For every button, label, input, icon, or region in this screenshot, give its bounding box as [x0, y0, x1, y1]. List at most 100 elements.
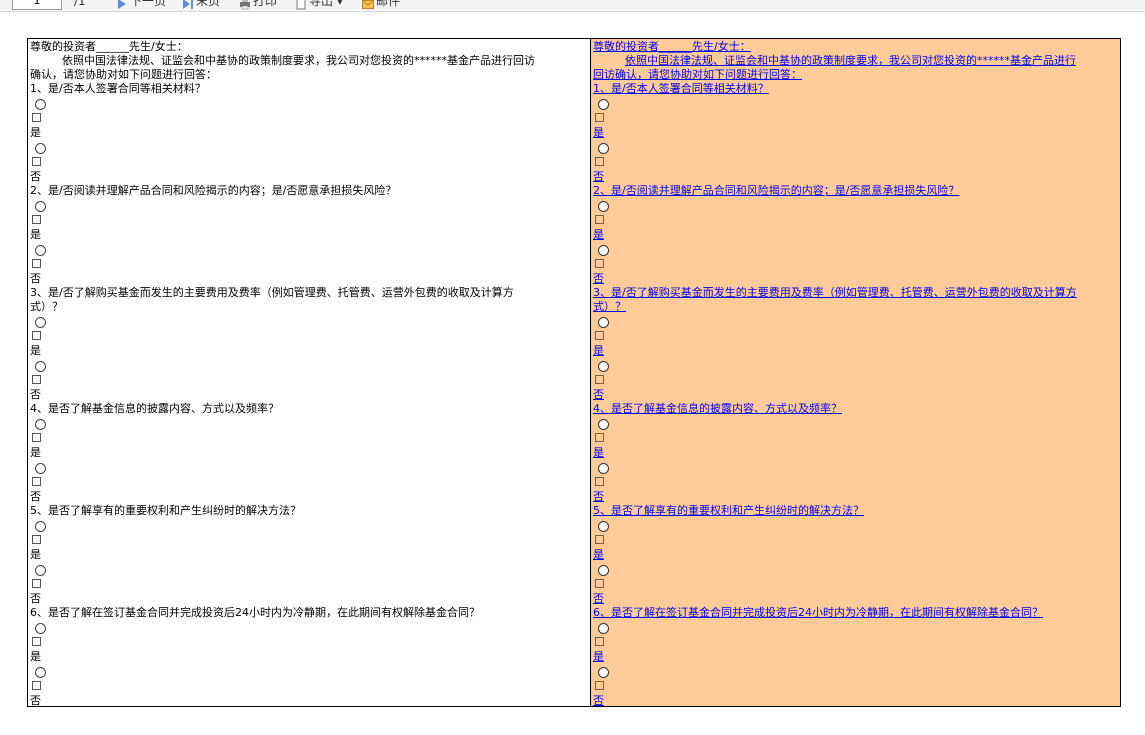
- q2-yes-radio[interactable]: [35, 201, 46, 212]
- page-number-input[interactable]: 1: [12, 0, 62, 10]
- page-total: /1: [74, 0, 86, 8]
- q4-yes-label-right[interactable]: 是: [593, 446, 1118, 459]
- q1-no-radio-right[interactable]: [598, 143, 609, 154]
- intro-text-line1-link[interactable]: 依照中国法律法规、证监会和中基协的政策制度要求，我公司对您投资的******基金…: [625, 54, 1118, 67]
- q1-no-label: 否: [30, 170, 41, 183]
- q2-no-radio[interactable]: [35, 245, 46, 256]
- question-2: 2、是/否阅读并理解产品合同和风险揭示的内容；是/否愿意承担损失风险？: [30, 184, 397, 197]
- last-page-button[interactable]: 末页: [182, 0, 220, 11]
- q6-yes-checkbox[interactable]: [32, 637, 41, 646]
- q3-no-checkbox-right[interactable]: [595, 375, 604, 384]
- q6-yes-radio[interactable]: [35, 623, 46, 634]
- q3-yes-label-right[interactable]: 是: [593, 344, 1118, 357]
- q6-no-radio[interactable]: [35, 667, 46, 678]
- question-6: 6、是否了解在签订基金合同并完成投资后24小时内为冷静期，在此期间有权解除基金合…: [30, 606, 480, 619]
- q2-yes-label-right[interactable]: 是: [593, 228, 1118, 241]
- q1-yes-radio-right[interactable]: [598, 99, 609, 110]
- q1-no-checkbox-right[interactable]: [595, 157, 604, 166]
- q1-yes-label: 是: [30, 126, 41, 139]
- q5-yes-radio[interactable]: [35, 521, 46, 532]
- q5-yes-label-right[interactable]: 是: [593, 548, 1118, 561]
- q3-no-checkbox[interactable]: [32, 375, 41, 384]
- salutation: 尊敬的投资者______先生/女士：: [30, 40, 188, 53]
- export-icon: [295, 0, 307, 9]
- question-5: 5、是否了解享有的重要权利和产生纠纷时的解决方法？: [30, 504, 301, 517]
- intro-text-line1: 依照中国法律法规、证监会和中基协的政策制度要求，我公司对您投资的******基金…: [62, 54, 535, 67]
- q2-no-checkbox-right[interactable]: [595, 259, 604, 268]
- q3-yes-radio-right[interactable]: [598, 317, 609, 328]
- question-1-link[interactable]: 1、是/否本人签署合同等相关材料？: [593, 82, 1118, 95]
- print-label: 打印: [253, 0, 278, 8]
- q4-no-radio-right[interactable]: [598, 463, 609, 474]
- next-page-button[interactable]: 下一页: [116, 0, 166, 11]
- export-button[interactable]: 导出 ▾: [295, 0, 343, 11]
- q5-yes-radio-right[interactable]: [598, 521, 609, 532]
- q4-yes-radio[interactable]: [35, 419, 46, 430]
- print-button[interactable]: 打印: [239, 0, 277, 11]
- q5-no-label-right[interactable]: 否: [593, 592, 1118, 605]
- report-toolbar: 1 /1 下一页 末页 打印 导出 ▾ 邮件: [0, 0, 1145, 12]
- printer-icon: [239, 0, 251, 9]
- q3-yes-checkbox[interactable]: [32, 331, 41, 340]
- q3-no-radio-right[interactable]: [598, 361, 609, 372]
- q5-yes-checkbox-right[interactable]: [595, 535, 604, 544]
- q3-yes-radio[interactable]: [35, 317, 46, 328]
- q6-no-radio-right[interactable]: [598, 667, 609, 678]
- question-3: 3、是/否了解购买基金而发生的主要费用及费率（例如管理费、托管费、运营外包费的收…: [30, 286, 514, 299]
- mail-label: 邮件: [376, 0, 401, 8]
- q5-no-checkbox-right[interactable]: [595, 579, 604, 588]
- q2-yes-radio-right[interactable]: [598, 201, 609, 212]
- q1-yes-label-right[interactable]: 是: [593, 126, 1118, 139]
- q5-no-radio[interactable]: [35, 565, 46, 576]
- q2-no-radio-right[interactable]: [598, 245, 609, 256]
- question-3-cont-link[interactable]: 式）？: [593, 300, 1118, 313]
- question-4-link[interactable]: 4、是否了解基金信息的披露内容、方式以及频率？: [593, 402, 1118, 415]
- q5-yes-checkbox[interactable]: [32, 535, 41, 544]
- q4-yes-label: 是: [30, 446, 41, 459]
- q2-yes-checkbox[interactable]: [32, 215, 41, 224]
- q4-yes-radio-right[interactable]: [598, 419, 609, 430]
- question-2-link[interactable]: 2、是/否阅读并理解产品合同和风险揭示的内容；是/否愿意承担损失风险？: [593, 184, 1118, 197]
- q6-yes-label: 是: [30, 650, 41, 663]
- q2-no-checkbox[interactable]: [32, 259, 41, 268]
- q6-no-label-right[interactable]: 否: [593, 694, 1118, 706]
- chevron-down-icon: ▾: [336, 0, 343, 8]
- q4-yes-checkbox-right[interactable]: [595, 433, 604, 442]
- q2-no-label-right[interactable]: 否: [593, 272, 1118, 285]
- q6-yes-checkbox-right[interactable]: [595, 637, 604, 646]
- q1-yes-checkbox-right[interactable]: [595, 113, 604, 122]
- q6-yes-label-right[interactable]: 是: [593, 650, 1118, 663]
- q2-no-label: 否: [30, 272, 41, 285]
- next-page-icon: [116, 0, 128, 9]
- q4-no-label: 否: [30, 490, 41, 503]
- q1-yes-checkbox[interactable]: [32, 113, 41, 122]
- question-6-link[interactable]: 6、是否了解在签订基金合同并完成投资后24小时内为冷静期，在此期间有权解除基金合…: [593, 606, 1118, 619]
- q4-no-radio[interactable]: [35, 463, 46, 474]
- q1-no-radio[interactable]: [35, 143, 46, 154]
- question-3-link[interactable]: 3、是/否了解购买基金而发生的主要费用及费率（例如管理费、托管费、运营外包费的收…: [593, 286, 1118, 299]
- q4-no-label-right[interactable]: 否: [593, 490, 1118, 503]
- q1-yes-radio[interactable]: [35, 99, 46, 110]
- last-page-icon: [182, 0, 194, 9]
- q3-no-radio[interactable]: [35, 361, 46, 372]
- q4-no-checkbox[interactable]: [32, 477, 41, 486]
- q4-yes-checkbox[interactable]: [32, 433, 41, 442]
- question-4: 4、是否了解基金信息的披露内容、方式以及频率？: [30, 402, 279, 415]
- q3-no-label-right[interactable]: 否: [593, 388, 1118, 401]
- q5-no-checkbox[interactable]: [32, 579, 41, 588]
- q3-no-label: 否: [30, 388, 41, 401]
- q3-yes-checkbox-right[interactable]: [595, 331, 604, 340]
- q2-yes-checkbox-right[interactable]: [595, 215, 604, 224]
- q5-no-radio-right[interactable]: [598, 565, 609, 576]
- question-5-link[interactable]: 5、是否了解享有的重要权利和产生纠纷时的解决方法？: [593, 504, 1118, 517]
- q6-no-checkbox-right[interactable]: [595, 681, 604, 690]
- salutation-link[interactable]: 尊敬的投资者______先生/女士：: [593, 40, 1118, 53]
- mail-button[interactable]: 邮件: [362, 0, 400, 11]
- q6-yes-radio-right[interactable]: [598, 623, 609, 634]
- intro-text-line2-link[interactable]: 回访确认，请您协助对如下问题进行回答：: [593, 68, 1118, 81]
- next-page-label: 下一页: [130, 0, 167, 8]
- q4-no-checkbox-right[interactable]: [595, 477, 604, 486]
- q1-no-checkbox[interactable]: [32, 157, 41, 166]
- q1-no-label-right[interactable]: 否: [593, 170, 1118, 183]
- q6-no-checkbox[interactable]: [32, 681, 41, 690]
